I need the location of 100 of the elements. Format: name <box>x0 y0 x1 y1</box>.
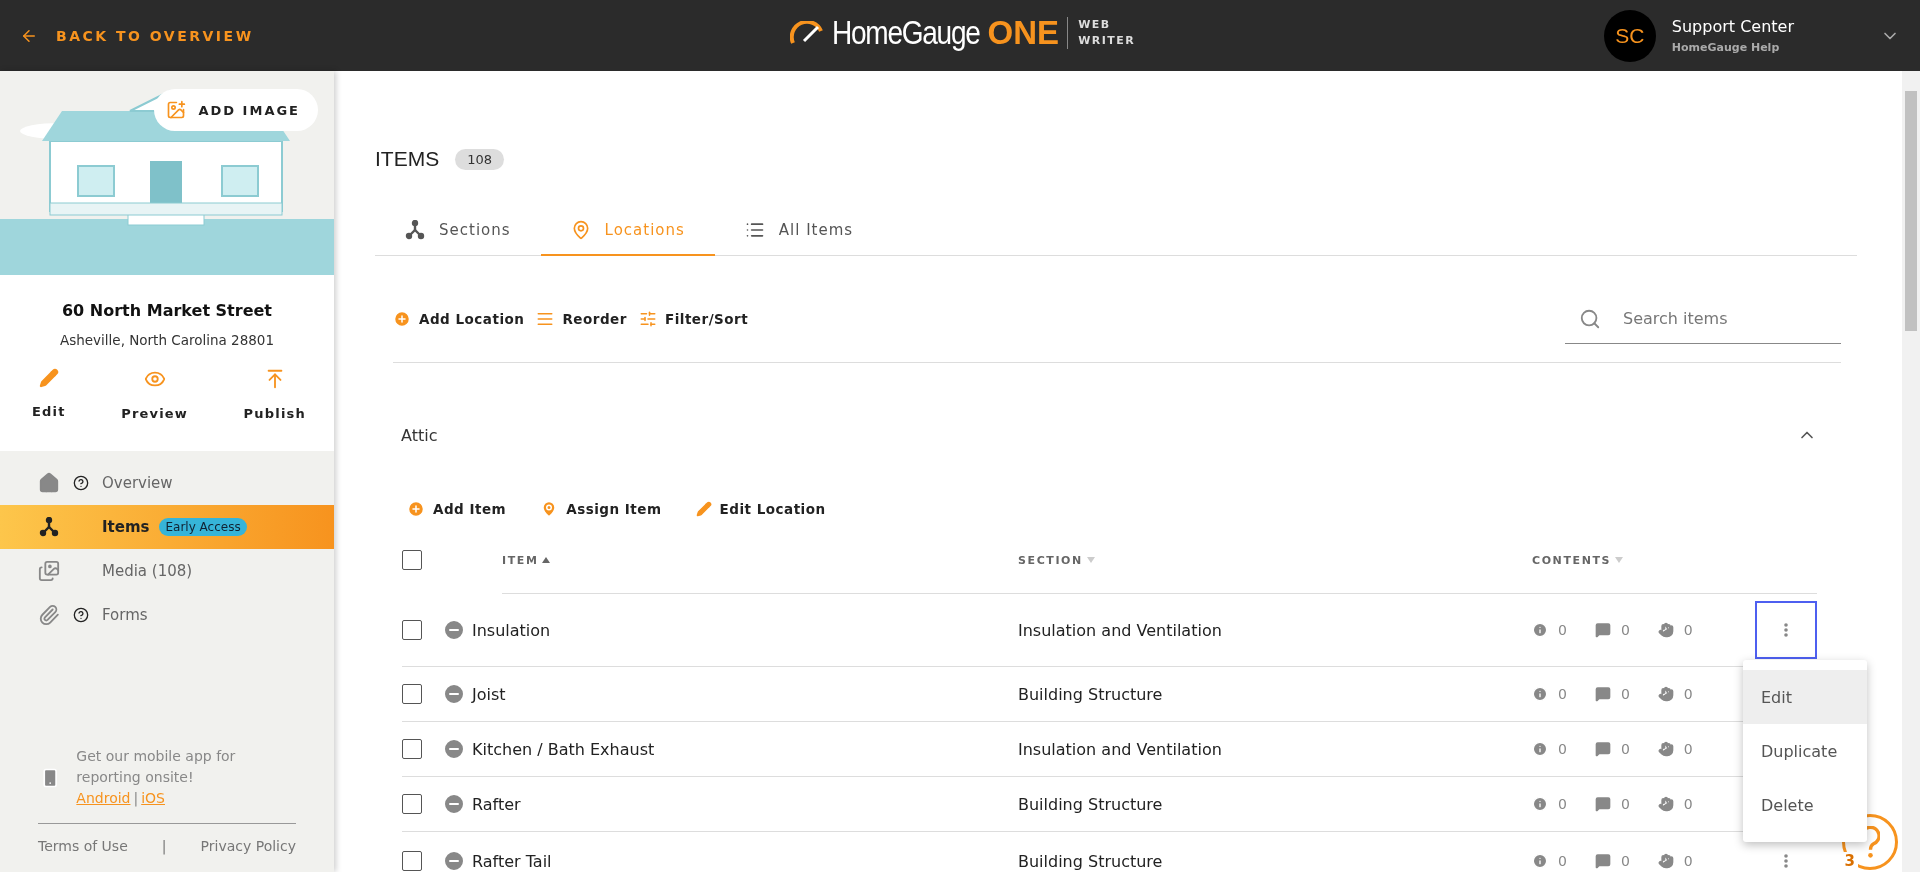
table-cell-text: Building Structure <box>1018 851 1164 871</box>
plus-icon <box>393 310 411 328</box>
user-subtitle: HomeGauge Help <box>1671 41 1781 54</box>
table-cell-text: Rafter <box>472 794 522 814</box>
remove-icon[interactable] <box>442 849 466 872</box>
house-icon <box>38 472 60 494</box>
app-promo-text: Get our mobile app for reporting onsite! Android | iOS <box>76 747 237 809</box>
count-text: 0 <box>1558 796 1567 812</box>
search-icon <box>1579 307 1601 330</box>
table-cell-text: Building Structure <box>1018 794 1164 814</box>
nav-item[interactable]: Overview <box>0 461 334 505</box>
checkbox[interactable] <box>402 794 422 814</box>
checkbox[interactable] <box>402 684 422 704</box>
count-badge: 108 <box>455 148 504 170</box>
remove-icon[interactable] <box>442 682 466 706</box>
table-cell-text: Insulation and Ventilation <box>1018 620 1223 640</box>
separator: | <box>161 838 167 854</box>
action-button[interactable]: Edit <box>32 368 66 421</box>
hand-icon <box>1657 622 1674 638</box>
table-cell-text: Kitchen / Bath Exhaust <box>472 739 656 759</box>
tab[interactable]: Sections <box>375 208 541 256</box>
gauge-icon <box>790 21 824 45</box>
count-text: 0 <box>1683 622 1693 638</box>
dots-icon <box>1784 854 1788 868</box>
back-link[interactable]: BACK TO OVERVIEW <box>20 26 254 45</box>
table-cell-text: Insulation and Ventilation <box>1018 739 1223 759</box>
footer-link[interactable]: Terms of Use <box>38 838 128 854</box>
menu-item[interactable]: Delete <box>1743 778 1867 832</box>
remove-icon[interactable] <box>442 618 466 642</box>
info-icon <box>1532 853 1548 869</box>
count-text: 0 <box>1620 622 1630 638</box>
toolbar-button[interactable]: Add Location <box>393 310 525 328</box>
city-address: Asheville, North Carolina 28801 <box>59 332 275 348</box>
count-text: 0 <box>1558 686 1567 702</box>
nav-item[interactable]: Forms <box>0 593 334 637</box>
scrollbar[interactable] <box>1902 71 1920 872</box>
remove-icon[interactable] <box>442 737 466 761</box>
toolbar-button[interactable]: Reorder <box>536 310 627 328</box>
column-header[interactable]: CONTENTS <box>1532 553 1612 567</box>
footer-link[interactable]: Privacy Policy <box>200 838 296 854</box>
checkbox[interactable] <box>402 620 422 640</box>
dots-icon <box>1784 623 1788 637</box>
count-text: 0 <box>1558 741 1567 757</box>
checkbox[interactable] <box>402 739 422 759</box>
images-icon <box>38 560 60 582</box>
count-text: 0 <box>1683 686 1693 702</box>
logo-subtitle: WRITER <box>1078 33 1136 49</box>
toolbar-button[interactable]: Filter/Sort <box>638 310 749 328</box>
tab[interactable]: All Items <box>714 208 884 256</box>
count-text: 0 <box>1558 622 1567 638</box>
more-button[interactable] <box>1755 601 1817 659</box>
info-icon <box>1532 741 1548 757</box>
paperclip-icon <box>38 604 60 626</box>
hand-icon <box>1657 686 1674 702</box>
location-action-button[interactable]: Edit Location <box>695 500 826 518</box>
info-icon <box>1532 622 1548 638</box>
camera-plus-icon <box>166 100 187 120</box>
count-text: 0 <box>1558 853 1567 869</box>
separator: | <box>133 790 139 806</box>
logo-text: HomeGauge <box>832 14 980 52</box>
count-text: 0 <box>1620 741 1630 757</box>
street-address: 60 North Market Street <box>62 301 272 320</box>
logo-subtitle: WEB <box>1078 17 1112 33</box>
table-cell-text: Rafter Tail <box>472 851 553 871</box>
notification-count: 3 <box>1841 852 1858 870</box>
table-cell-text: Joist <box>472 684 507 704</box>
comment-icon <box>1594 741 1611 757</box>
comment-icon <box>1594 853 1611 869</box>
hand-icon <box>1657 796 1674 812</box>
nav-item[interactable]: Media (108) <box>0 549 334 593</box>
action-button[interactable]: Publish <box>243 368 306 421</box>
location-name: Attic <box>401 425 438 445</box>
remove-icon[interactable] <box>442 792 466 816</box>
comment-icon <box>1594 686 1611 702</box>
pencil-icon <box>38 368 59 388</box>
menu-item[interactable]: Edit <box>1743 670 1867 724</box>
location-action-button[interactable]: Add Item <box>407 500 507 518</box>
early-access-badge: Early Access <box>159 518 247 536</box>
user-name: Support Center <box>1671 17 1794 36</box>
count-text: 0 <box>1683 741 1693 757</box>
column-header[interactable]: ITEM <box>502 553 539 567</box>
menu-item[interactable]: Duplicate <box>1743 724 1867 778</box>
lines-icon <box>536 310 555 328</box>
count-text: 0 <box>1620 796 1630 812</box>
action-button[interactable]: Preview <box>121 368 189 421</box>
count-text: 0 <box>1683 796 1693 812</box>
nav-item[interactable]: Items Early Access <box>0 505 334 549</box>
pencil-icon <box>695 501 712 517</box>
comment-icon <box>1594 622 1611 638</box>
list-icon <box>744 220 765 240</box>
count-text: 0 <box>1620 853 1630 869</box>
comment-icon <box>1594 796 1611 812</box>
avatar: SC <box>1603 9 1656 62</box>
logo-text: ONE <box>987 14 1060 52</box>
checkbox[interactable] <box>402 851 422 871</box>
plus-icon <box>407 500 425 518</box>
tree-icon <box>39 517 59 537</box>
checkbox[interactable] <box>402 550 422 570</box>
location-action-button[interactable]: Assign Item <box>540 500 662 518</box>
column-header[interactable]: SECTION <box>1018 553 1083 567</box>
